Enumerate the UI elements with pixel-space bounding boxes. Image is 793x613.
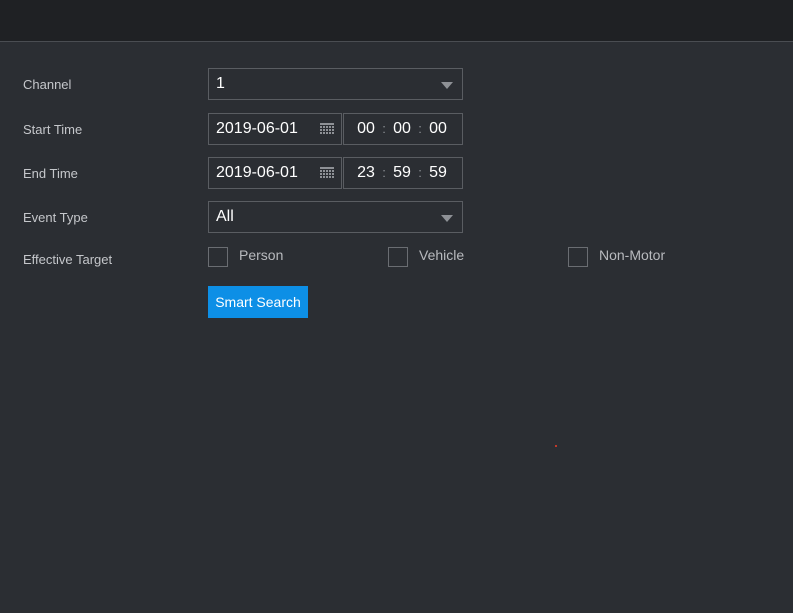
channel-select[interactable]: 1 [208, 68, 463, 100]
end-date-field[interactable]: 2019-06-01 [208, 157, 342, 189]
person-checkbox[interactable]: Person [208, 247, 283, 267]
time-separator: : [418, 165, 422, 180]
start-date-value: 2019-06-01 [216, 120, 298, 137]
event-type-select[interactable]: All [208, 201, 463, 233]
stray-pixel [555, 445, 557, 447]
end-date-value: 2019-06-01 [216, 164, 298, 181]
end-time-field[interactable]: 23 : 59 : 59 [343, 157, 463, 189]
smart-search-button[interactable]: Smart Search [208, 286, 308, 318]
top-bar [0, 0, 793, 42]
checkbox-box[interactable] [568, 247, 588, 267]
start-minute[interactable]: 00 [391, 114, 413, 144]
event-type-label: Event Type [23, 210, 88, 225]
event-type-value: All [216, 208, 234, 225]
calendar-icon[interactable] [320, 123, 335, 136]
end-hour[interactable]: 23 [355, 158, 377, 188]
calendar-icon[interactable] [320, 167, 335, 180]
effective-target-label: Effective Target [23, 252, 113, 267]
checkbox-box[interactable] [208, 247, 228, 267]
start-second[interactable]: 00 [427, 114, 449, 144]
checkbox-box[interactable] [388, 247, 408, 267]
start-date-field[interactable]: 2019-06-01 [208, 113, 342, 145]
time-separator: : [382, 165, 386, 180]
end-minute[interactable]: 59 [391, 158, 413, 188]
channel-value: 1 [216, 75, 225, 92]
start-time-field[interactable]: 00 : 00 : 00 [343, 113, 463, 145]
vehicle-label: Vehicle [419, 247, 465, 263]
channel-label: Channel [23, 77, 72, 92]
chevron-down-icon [441, 215, 453, 222]
vehicle-checkbox[interactable]: Vehicle [388, 247, 464, 267]
chevron-down-icon [441, 82, 453, 89]
start-hour[interactable]: 00 [355, 114, 377, 144]
start-time-label: Start Time [23, 122, 83, 137]
time-separator: : [382, 121, 386, 136]
non-motor-checkbox[interactable]: Non-Motor [568, 247, 665, 267]
end-second[interactable]: 59 [427, 158, 449, 188]
end-time-label: End Time [23, 166, 78, 181]
non-motor-label: Non-Motor [599, 247, 666, 263]
time-separator: : [418, 121, 422, 136]
person-label: Person [239, 247, 284, 263]
